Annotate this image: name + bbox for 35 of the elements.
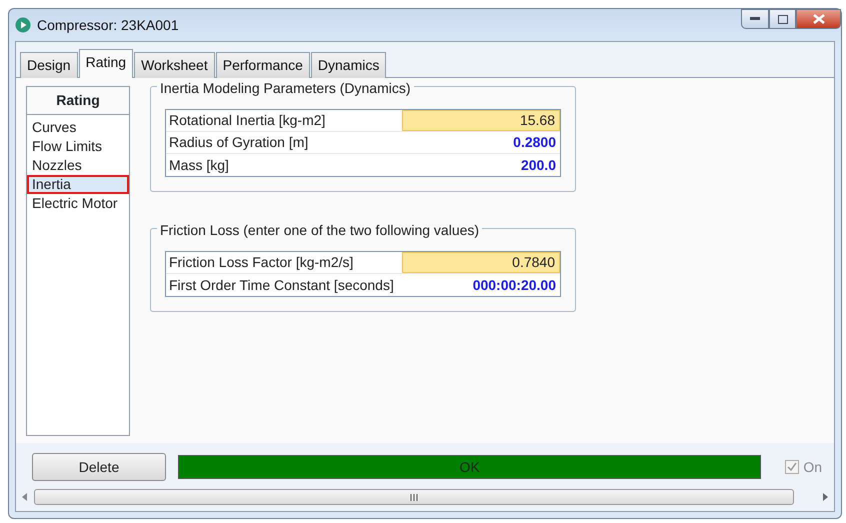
left-arrow-icon[interactable] [22, 493, 28, 501]
sidebar-item[interactable]: Inertia [27, 175, 129, 194]
minimize-icon [750, 17, 760, 21]
close-button[interactable] [796, 9, 841, 29]
sidebar-item[interactable]: Nozzles [27, 156, 129, 176]
tab[interactable]: Design [20, 52, 78, 78]
input-field[interactable]: 0.7840 [402, 252, 560, 273]
sidebar-item[interactable]: Electric Motor [27, 194, 129, 214]
window-title: Compressor: 23KA001 [37, 16, 179, 35]
close-icon [812, 14, 824, 24]
value-cell-text: 000:00:20.00 [472, 276, 557, 294]
input-field[interactable]: 15.68 [402, 110, 560, 131]
horizontal-scrollbar[interactable] [22, 487, 828, 507]
sidebar-item[interactable]: Curves [27, 118, 129, 138]
status-bar: OK [178, 455, 762, 479]
right-arrow-icon[interactable] [822, 493, 828, 501]
play-icon [15, 17, 31, 33]
sidebar-item[interactable]: Flow Limits [27, 137, 129, 156]
field-label: First Order Time Constant [seconds] [168, 276, 395, 295]
minimize-button[interactable] [741, 9, 769, 29]
tab[interactable]: Dynamics [310, 52, 386, 78]
value-cell-text: 0.2800 [512, 133, 557, 152]
value-cell-text: 200.0 [520, 156, 557, 174]
scrollbar-thumb[interactable] [34, 489, 794, 505]
maximize-button[interactable] [769, 9, 796, 29]
field-label: Mass [kg] [168, 156, 230, 175]
tab[interactable]: Performance [216, 52, 310, 78]
sidebar-title: Rating [27, 87, 129, 115]
delete-button[interactable]: Delete [32, 453, 166, 481]
tab[interactable]: Worksheet [134, 52, 215, 78]
field-label: Radius of Gyration [m] [168, 133, 310, 152]
maximize-icon [778, 14, 788, 24]
field-label: Friction Loss Factor [kg-m2/s] [168, 253, 354, 272]
field-label: Rotational Inertia [kg-m2] [168, 111, 326, 130]
tab[interactable]: Rating [78, 49, 134, 78]
